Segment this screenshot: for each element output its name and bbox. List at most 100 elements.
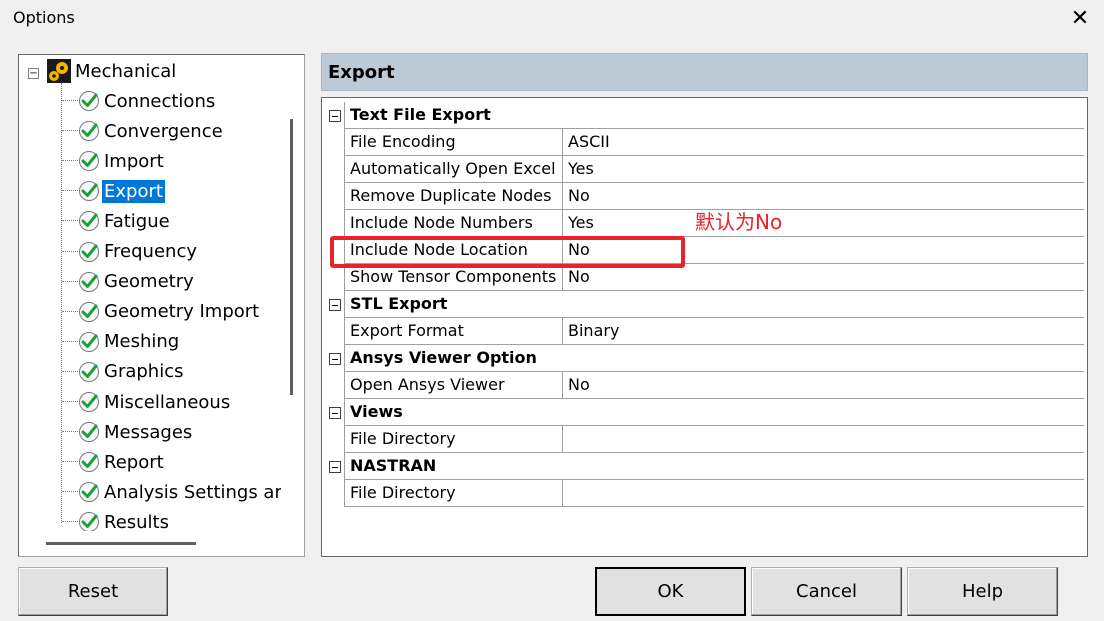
checkmark-icon [79, 91, 99, 111]
collapse-toggle[interactable]: − [28, 68, 39, 79]
tree-item-label: Convergence [104, 120, 223, 142]
tree-item-label: Import [104, 150, 164, 172]
property-row[interactable]: Export Format Binary [324, 318, 1084, 345]
horizontal-scrollbar[interactable] [46, 542, 196, 545]
tree-item-label: Graphics [104, 361, 184, 383]
tree-connector-line [61, 83, 62, 523]
tree-item-geometry-import[interactable]: Geometry Import [78, 297, 261, 327]
gutter-line [344, 345, 345, 372]
tree-item-analysis-settings-ar[interactable]: Analysis Settings ar [78, 477, 281, 507]
tree-item-miscellaneous[interactable]: Miscellaneous [78, 387, 232, 417]
tree-item-label: Export [102, 179, 165, 203]
tree-item-report[interactable]: Report [78, 447, 166, 477]
checkmark-icon [79, 181, 99, 202]
tree-item-label: Results [104, 511, 169, 531]
options-tree[interactable]: − Mechanical Connections Convergence Impor… [18, 54, 305, 557]
collapse-icon[interactable] [329, 407, 341, 419]
title-bar: Options ✕ [0, 0, 1104, 38]
category-row[interactable]: Ansys Viewer Option [324, 345, 1084, 372]
checkmark-icon [79, 392, 99, 412]
property-value[interactable]: ASCII [563, 129, 1084, 156]
checkmark-icon [79, 241, 99, 262]
category-row[interactable]: NASTRAN [324, 453, 1084, 480]
close-button[interactable]: ✕ [1060, 0, 1100, 36]
tree-content: − Mechanical Connections Convergence Impor… [19, 55, 281, 531]
tree-item-export[interactable]: Export [78, 176, 165, 206]
cancel-button[interactable]: Cancel [751, 567, 902, 616]
tree-item-frequency[interactable]: Frequency [78, 237, 199, 267]
help-button[interactable]: Help [907, 567, 1058, 616]
tree-item-label: Report [104, 451, 164, 473]
checkmark-icon [79, 361, 99, 382]
tree-item-graphics[interactable]: Graphics [78, 357, 186, 387]
property-value[interactable] [563, 426, 1084, 453]
reset-button[interactable]: Reset [18, 567, 168, 616]
property-row[interactable]: Automatically Open Excel Yes [324, 156, 1084, 183]
tree-item-import[interactable]: Import [78, 146, 166, 176]
property-value[interactable] [563, 480, 1084, 507]
category-row[interactable]: Text File Export [324, 102, 1084, 129]
tree-item-label: Frequency [104, 241, 197, 262]
property-name: Show Tensor Components [345, 264, 563, 291]
category-label: NASTRAN [350, 456, 437, 475]
checkmark-icon [79, 452, 99, 473]
vertical-scrollbar[interactable] [290, 119, 293, 395]
section-title: Export [328, 62, 395, 83]
property-row[interactable]: Open Ansys Viewer No [324, 372, 1084, 399]
tree-item-label: Messages [104, 421, 193, 443]
property-name: File Directory [345, 426, 563, 453]
collapse-icon[interactable] [329, 353, 341, 365]
gutter-line [344, 453, 345, 480]
collapse-icon[interactable] [329, 461, 341, 473]
highlight-box [330, 236, 685, 268]
property-name: File Directory [345, 480, 563, 507]
collapse-icon[interactable] [329, 299, 341, 311]
property-value[interactable]: Binary [563, 318, 1084, 345]
property-value[interactable]: No [563, 183, 1084, 210]
gutter-line [344, 291, 345, 318]
checkmark-icon [79, 211, 99, 232]
tree-item-label: Analysis Settings ar [104, 481, 281, 503]
category-label: Views [350, 402, 403, 421]
category-label: Text File Export [350, 105, 491, 124]
property-name: Include Node Numbers [345, 210, 563, 237]
tree-item-connections[interactable]: Connections [78, 86, 217, 116]
property-row[interactable]: File Directory [324, 480, 1084, 507]
property-row[interactable]: File Encoding ASCII [324, 129, 1084, 156]
tree-item-messages[interactable]: Messages [78, 417, 194, 447]
property-value[interactable]: Yes [563, 210, 1084, 237]
ok-button[interactable]: OK [595, 567, 746, 616]
tree-item-meshing[interactable]: Meshing [78, 327, 181, 357]
property-value[interactable]: Yes [563, 156, 1084, 183]
tree-item-results[interactable]: Results [78, 507, 171, 531]
property-name: Automatically Open Excel [345, 156, 563, 183]
tree-item-label: Miscellaneous [104, 391, 231, 413]
checkmark-icon [79, 512, 99, 531]
tree-item-label: Geometry Import [104, 301, 260, 323]
property-name: Open Ansys Viewer [345, 372, 563, 399]
category-label: Ansys Viewer Option [350, 348, 537, 367]
checkmark-icon [79, 271, 99, 292]
tree-item-mechanical[interactable]: Mechanical [47, 56, 178, 86]
section-header: Export [321, 53, 1088, 91]
property-row[interactable]: Show Tensor Components No [324, 264, 1084, 291]
gutter-line [344, 399, 345, 426]
annotation-text: 默认为No [695, 210, 783, 234]
checkmark-icon [79, 301, 99, 322]
property-grid: Text File Export File Encoding ASCII Automa… [321, 97, 1088, 557]
property-value[interactable]: No [563, 264, 1084, 291]
tree-item-geometry[interactable]: Geometry [78, 267, 196, 297]
tree-item-convergence[interactable]: Convergence [78, 116, 225, 146]
property-row[interactable]: File Directory [324, 426, 1084, 453]
category-row[interactable]: Views [324, 399, 1084, 426]
property-name: Export Format [345, 318, 563, 345]
category-row[interactable]: STL Export [324, 291, 1084, 318]
checkmark-icon [79, 151, 99, 172]
property-value[interactable]: No [563, 372, 1084, 399]
collapse-icon[interactable] [329, 110, 341, 122]
property-name: File Encoding [345, 129, 563, 156]
checkmark-icon [79, 331, 99, 352]
tree-item-fatigue[interactable]: Fatigue [78, 206, 172, 236]
tree-item-label: Mechanical [75, 60, 177, 82]
tree-item-label: Meshing [104, 331, 180, 353]
